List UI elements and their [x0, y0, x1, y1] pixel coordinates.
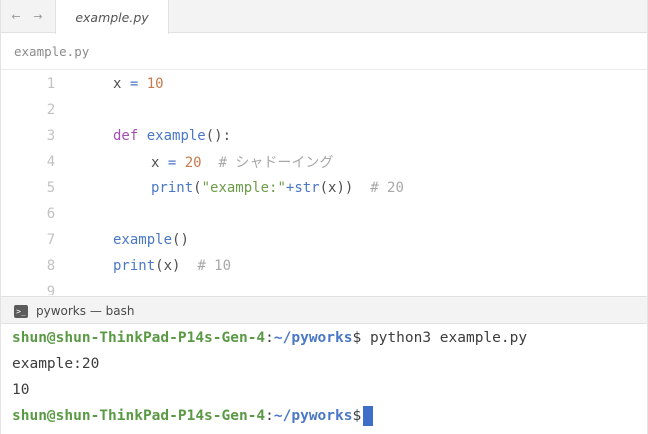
tab-terminal[interactable]: >_ pyworks — bash — [14, 297, 134, 325]
line-number: 5 — [46, 180, 56, 196]
terminal-line: 10 — [12, 382, 30, 398]
terminal-icon: >_ — [14, 304, 28, 318]
line-number: 2 — [46, 102, 56, 118]
terminal-cursor — [363, 406, 374, 426]
arrow-right-icon[interactable]: → — [25, 0, 51, 33]
code-line: 3 def example(): — [1, 123, 647, 149]
terminal-tab-bar: >_ pyworks — bash — [1, 296, 647, 324]
code-line: 4 x = 20 # シャドーイング — [1, 149, 647, 175]
code-editor[interactable]: 1 x = 10 2 3 def example(): 4 x = 20 # シ… — [1, 71, 647, 295]
code-line: 2 — [1, 97, 647, 123]
terminal-line: shun@shun-ThinkPad-P14s-Gen-4: ~/pyworks $… — [12, 330, 528, 346]
file-header: example.py — [1, 34, 647, 70]
line-number: 9 — [46, 284, 56, 295]
terminal-line: example:20 — [12, 356, 100, 372]
line-number: 8 — [46, 258, 56, 274]
code-text: print(x) # 10 — [113, 258, 232, 274]
tab-bar: ← → example.py — [1, 0, 647, 34]
line-number: 4 — [46, 154, 56, 170]
code-line: 1 x = 10 — [1, 71, 647, 97]
editor-window: ← → example.py example.py 1 x = 10 2 3 d… — [0, 0, 648, 434]
code-line: 9 — [1, 279, 647, 295]
terminal-line: shun@shun-ThinkPad-P14s-Gen-4: ~/pyworks $ — [12, 403, 374, 429]
line-number: 7 — [46, 232, 56, 248]
line-number: 1 — [46, 76, 56, 92]
code-line: 7 example() — [1, 227, 647, 253]
code-line: 8 print(x) # 10 — [1, 253, 647, 279]
code-line: 6 — [1, 201, 647, 227]
code-text: def example(): — [113, 128, 232, 144]
tab-example-py[interactable]: example.py — [55, 0, 169, 34]
line-number: 6 — [46, 206, 56, 222]
code-text: print("example:"+str(x)) # 20 — [151, 180, 404, 196]
file-header-title: example.py — [14, 44, 90, 59]
code-text: example() — [113, 232, 189, 248]
code-line: 5 print("example:"+str(x)) # 20 — [1, 175, 647, 201]
code-text: x = 10 — [113, 76, 164, 92]
terminal-tab-label: pyworks — bash — [36, 304, 135, 318]
code-text: x = 20 # シャドーイング — [151, 155, 334, 171]
line-number: 3 — [46, 128, 56, 144]
terminal-panel[interactable]: shun@shun-ThinkPad-P14s-Gen-4: ~/pyworks $… — [1, 325, 647, 434]
